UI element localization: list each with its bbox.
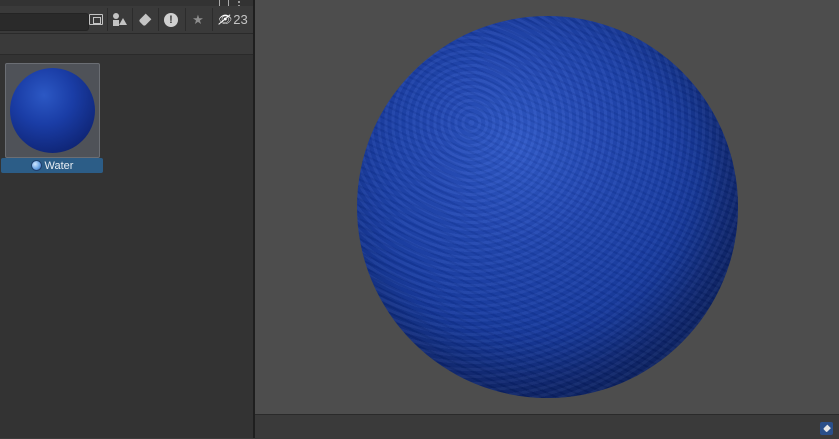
- create-window-button[interactable]: [84, 8, 108, 31]
- search-input[interactable]: [0, 13, 89, 31]
- warning-filter-button[interactable]: !: [158, 8, 183, 31]
- window-icon: [89, 14, 103, 25]
- favorite-button[interactable]: ★: [185, 8, 210, 31]
- hidden-packages-toggle[interactable]: 👁 23: [212, 8, 253, 31]
- material-preview-thumbnail: [10, 68, 95, 153]
- tag-icon: [138, 13, 152, 26]
- material-preview[interactable]: [255, 0, 839, 414]
- tag-icon: [822, 424, 831, 433]
- asset-thumbnail[interactable]: [5, 63, 100, 158]
- preview-footer: [255, 414, 839, 439]
- project-panel: ! ★ 👁 23 Water: [0, 0, 253, 438]
- hidden-count: 23: [233, 12, 248, 27]
- project-toolbar: ! ★ 👁 23: [0, 6, 253, 34]
- filter-by-label-button[interactable]: [132, 8, 157, 31]
- more-options-icon[interactable]: [235, 0, 243, 5]
- shapes-icon: [113, 12, 127, 27]
- eye-slash-icon: 👁: [218, 14, 233, 26]
- asset-labels-button[interactable]: [820, 422, 833, 435]
- asset-name: Water: [44, 159, 74, 172]
- material-icon: [30, 160, 42, 171]
- warning-icon: !: [164, 12, 178, 27]
- breadcrumb: [0, 34, 253, 55]
- star-icon: ★: [192, 11, 204, 27]
- asset-tile[interactable]: Water: [1, 63, 103, 173]
- filter-by-type-button[interactable]: [107, 8, 132, 31]
- preview-sphere[interactable]: [357, 16, 738, 398]
- asset-label[interactable]: Water: [1, 158, 103, 173]
